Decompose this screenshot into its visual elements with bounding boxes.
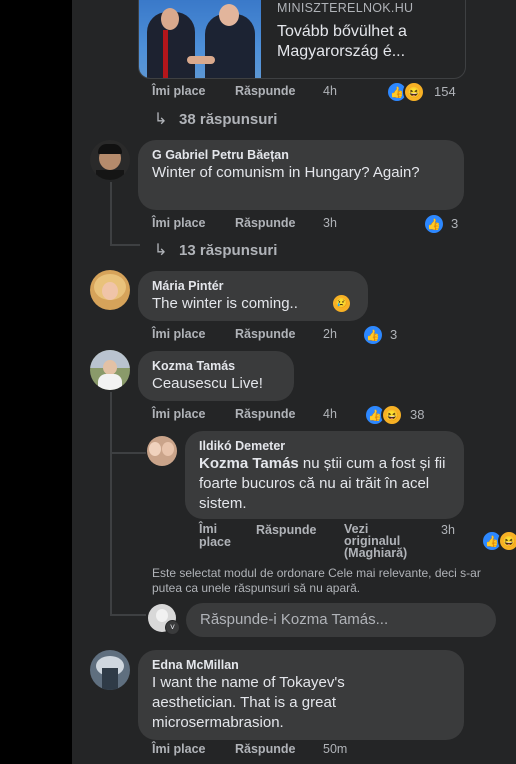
like-button[interactable]: Îmi place (152, 407, 206, 421)
like-button[interactable]: Îmi place (199, 523, 243, 549)
thread-line (110, 452, 146, 454)
comment-text: I want the name of Tokayev's aestheticia… (152, 674, 345, 731)
comment-author[interactable]: Mária Pintér (152, 279, 224, 293)
reaction-count[interactable]: 154 (434, 84, 456, 99)
avatar[interactable] (90, 350, 130, 390)
comment-time[interactable]: 4h (323, 407, 337, 421)
thread-line (110, 614, 146, 616)
reply-text: Kozma Tamás nu știi cum a fost și fii fo… (199, 455, 446, 512)
comment-text: Winter of comunism in Hungary? Again? (152, 164, 420, 181)
avatar[interactable] (90, 650, 130, 690)
link-domain: MINISZTERELNOK.HU (277, 1, 414, 15)
reply-author[interactable]: Ildikó Demeter (199, 439, 285, 453)
thread-line (110, 244, 140, 246)
reply-button[interactable]: Răspunde (235, 216, 295, 230)
reply-button[interactable]: Răspunde (235, 84, 295, 98)
comment-bubble: Edna McMillan I want the name of Tokayev… (138, 650, 464, 740)
comment-time[interactable]: 4h (323, 84, 337, 98)
comment-text: The winter is coming.. (152, 295, 298, 312)
comment-text: Ceausescu Live! (152, 375, 263, 392)
like-icon: 👍 (423, 213, 445, 235)
like-button[interactable]: Îmi place (152, 327, 206, 341)
avatar[interactable] (90, 270, 130, 310)
comment-author[interactable]: Edna McMillan (152, 658, 239, 672)
comment-author[interactable]: G Gabriel Petru Băețan (152, 148, 289, 162)
view-replies-link[interactable]: 13 răspunsuri (179, 242, 277, 259)
reply-time[interactable]: 3h (441, 523, 455, 537)
reply-button[interactable]: Răspunde (256, 523, 316, 537)
haha-icon: 😆 (498, 530, 516, 552)
avatar[interactable] (147, 436, 177, 466)
haha-icon: 😆 (381, 404, 403, 426)
link-preview-image (139, 0, 261, 78)
link-preview-card[interactable]: MINISZTERELNOK.HU Tovább bővülhet a Magy… (138, 0, 466, 79)
left-dark-margin (0, 0, 72, 764)
reply-input-placeholder: Răspunde-i Kozma Tamás... (200, 611, 389, 628)
reply-button[interactable]: Răspunde (235, 327, 295, 341)
thread-line (110, 392, 112, 614)
avatar[interactable] (90, 140, 130, 180)
comment-time[interactable]: 50m (323, 742, 347, 756)
haha-icon: 😆 (403, 81, 425, 103)
reaction-count[interactable]: 3 (390, 327, 397, 342)
reaction-count[interactable]: 38 (410, 407, 424, 422)
like-button[interactable]: Îmi place (152, 216, 206, 230)
reply-button[interactable]: Răspunde (235, 407, 295, 421)
link-title[interactable]: Tovább bővülhet a Magyarország é... (277, 22, 457, 62)
thread-line (110, 182, 112, 244)
like-button[interactable]: Îmi place (152, 742, 206, 756)
comment-author[interactable]: Kozma Tamás (152, 359, 235, 373)
mention-link[interactable]: Kozma Tamás (199, 455, 299, 472)
reply-bubble: Ildikó Demeter Kozma Tamás nu știi cum a… (185, 431, 464, 519)
reply-arrow-icon: ↳ (154, 242, 168, 259)
comment-bubble: Mária Pintér The winter is coming.. 😢 (138, 271, 368, 321)
comment-bubble: G Gabriel Petru Băețan Winter of comunis… (138, 140, 464, 210)
comment-bubble: Kozma Tamás Ceausescu Live! (138, 351, 294, 401)
like-icon: 👍 (362, 324, 384, 346)
reaction-count[interactable]: 3 (451, 216, 458, 231)
chevron-down-icon[interactable]: ˅ (165, 620, 180, 635)
reply-button[interactable]: Răspunde (235, 742, 295, 756)
reply-arrow-icon: ↳ (154, 111, 168, 128)
see-original-link[interactable]: Vezi originalul (Maghiară) (344, 523, 428, 560)
sad-emoji-icon: 😢 (333, 295, 350, 312)
comment-time[interactable]: 3h (323, 216, 337, 230)
reply-input[interactable]: Răspunde-i Kozma Tamás... (186, 603, 496, 637)
comment-time[interactable]: 2h (323, 327, 337, 341)
sort-notice: Este selectat modul de ordonare Cele mai… (152, 566, 481, 595)
like-button[interactable]: Îmi place (152, 84, 206, 98)
view-replies-link[interactable]: 38 răspunsuri (179, 111, 277, 128)
